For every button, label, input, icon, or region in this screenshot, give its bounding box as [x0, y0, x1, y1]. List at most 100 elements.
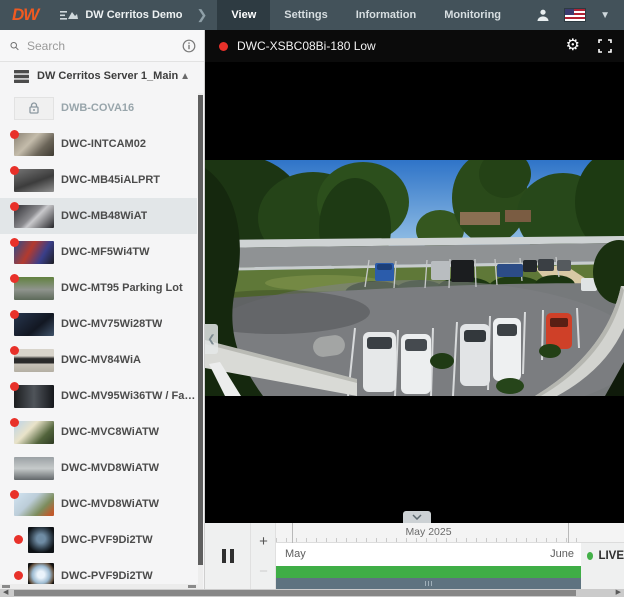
chevron-down-icon: [412, 514, 422, 520]
camera-name: DWC-MV95Wi36TW / Failov...: [61, 390, 197, 402]
tab-information[interactable]: Information: [342, 0, 431, 30]
fullscreen-icon[interactable]: [598, 39, 612, 53]
user-icon[interactable]: [536, 8, 550, 22]
dw-logo: DW: [12, 5, 39, 24]
camera-list-item[interactable]: DWC-MVD8WiATW: [0, 486, 197, 522]
scroll-left-arrow[interactable]: ◀: [3, 589, 8, 597]
system-icon: [60, 11, 79, 20]
recording-indicator: [10, 310, 19, 319]
camera-thumbnail: [14, 276, 54, 300]
camera-name: DWC-MVD8WiATW: [61, 498, 160, 510]
camera-name: DWC-MF5Wi4TW: [61, 246, 150, 258]
recording-indicator: [14, 571, 23, 580]
camera-thumbnail: [14, 492, 54, 516]
live-label: LIVE: [598, 550, 624, 562]
camera-name: DWC-MT95 Parking Lot: [61, 282, 183, 294]
camera-thumbnail: [14, 348, 54, 372]
camera-thumbnail: [14, 384, 54, 408]
camera-name: DWC-MV84WiA: [61, 354, 141, 366]
camera-thumbnail: [14, 132, 54, 156]
camera-thumbnail: [28, 527, 54, 553]
camera-list-item[interactable]: DWC-MV84WiA: [0, 342, 197, 378]
recording-indicator: [10, 202, 19, 211]
timeline-calendar-header[interactable]: May 2025: [276, 523, 624, 543]
tab-view[interactable]: View: [217, 0, 271, 30]
camera-list-item[interactable]: DWC-INTCAM02: [0, 126, 197, 162]
gear-icon[interactable]: ⚙: [566, 38, 580, 54]
tab-monitoring[interactable]: Monitoring: [430, 0, 515, 30]
camera-thumbnail: [14, 456, 54, 480]
player-header: DWC-XSBC08Bi-180 Low ⚙: [205, 30, 624, 62]
timeline-track[interactable]: May June: [276, 543, 581, 566]
tab-settings[interactable]: Settings: [270, 0, 341, 30]
recording-indicator: [10, 274, 19, 283]
scrollbar-thumb[interactable]: [14, 590, 576, 596]
sidebar-collapse-handle[interactable]: ❮: [205, 324, 218, 354]
live-indicator[interactable]: LIVE: [581, 523, 624, 589]
chevron-right-icon: ❯: [196, 7, 208, 22]
camera-list-item[interactable]: DWC-MB48WiAT: [0, 198, 197, 234]
resource-sidebar: DW Cerritos Server 1_Main ▲ DWB-COVA16 D…: [0, 30, 205, 589]
camera-list-item[interactable]: DWC-PVF9Di2TW: [0, 522, 197, 558]
video-viewport[interactable]: ❮: [205, 62, 624, 523]
camera-stream-title: DWC-XSBC08Bi-180 Low: [237, 39, 376, 53]
timeline-zoom-in-button[interactable]: +: [251, 533, 276, 550]
camera-name: DWC-MVC8WiATW: [61, 426, 160, 438]
timeline-scrollbar-grip[interactable]: [417, 581, 439, 586]
timeline-collapse-handle[interactable]: [403, 511, 431, 523]
camera-list-item[interactable]: DWC-MV75Wi28TW: [0, 306, 197, 342]
timeline-recording-bar[interactable]: [276, 566, 581, 578]
camera-name: DWC-MVD8WiATW: [61, 462, 160, 474]
camera-name: DWC-PVF9Di2TW: [61, 534, 153, 546]
camera-list-item[interactable]: DWC-MVC8WiATW: [0, 414, 197, 450]
system-name: DW Cerritos Demo: [85, 9, 183, 21]
camera-list-item[interactable]: DWC-MF5Wi4TW: [0, 234, 197, 270]
camera-thumbnail: [14, 420, 54, 444]
main-tabs: View Settings Information Monitoring: [217, 0, 515, 30]
scroll-right-arrow[interactable]: ▶: [616, 589, 621, 597]
camera-list-item[interactable]: DWC-MV95Wi36TW / Failov...: [0, 378, 197, 414]
camera-list-item[interactable]: DWC-MVD8WiATW: [0, 450, 197, 486]
camera-list-item[interactable]: DWC-MB45iALPRT: [0, 162, 197, 198]
server-tree-header[interactable]: DW Cerritos Server 1_Main ▲: [0, 62, 204, 90]
timeline-day-ticks: [276, 538, 581, 542]
search-input[interactable]: [27, 38, 182, 53]
pause-button[interactable]: [213, 541, 243, 571]
lock-icon: [29, 102, 39, 114]
recording-indicator: [219, 41, 228, 51]
camera-list-item[interactable]: DWC-MT95 Parking Lot: [0, 270, 197, 306]
camera-name: DWB-COVA16: [61, 102, 135, 114]
timeline-end-label: June: [550, 548, 574, 560]
camera-list-item[interactable]: DWB-COVA16: [0, 90, 197, 126]
recording-indicator: [10, 346, 19, 355]
window-horizontal-scrollbar[interactable]: ◀ ▶: [0, 589, 624, 597]
camera-thumbnail: [14, 240, 54, 264]
camera-thumbnail: [14, 204, 54, 228]
recording-indicator: [10, 166, 19, 175]
recording-indicator: [10, 382, 19, 391]
camera-name: DWC-MB45iALPRT: [61, 174, 160, 186]
timeline-zoom-out-button[interactable]: −: [251, 563, 276, 580]
system-selector[interactable]: DW Cerritos Demo ❯: [60, 7, 217, 23]
server-icon: [14, 69, 29, 83]
chevron-down-icon[interactable]: ▼: [600, 10, 610, 21]
camera-list: DWB-COVA16 DWC-INTCAM02 DWC-MB45iALPRT D…: [0, 90, 204, 589]
live-dot-icon: [587, 552, 594, 560]
info-icon[interactable]: [182, 39, 196, 53]
camera-name: DWC-MV75Wi28TW: [61, 318, 163, 330]
sidebar-vertical-scrollbar[interactable]: [198, 93, 203, 589]
chevron-up-icon[interactable]: ▲: [180, 71, 190, 82]
recording-indicator: [14, 535, 23, 544]
camera-thumbnail: [14, 96, 54, 120]
video-panel: DWC-XSBC08Bi-180 Low ⚙ ❮: [205, 30, 624, 589]
server-name: DW Cerritos Server 1_Main: [37, 70, 179, 82]
timeline-start-label: May: [285, 548, 306, 560]
search-icon: [10, 41, 19, 50]
camera-name: DWC-PVF9Di2TW: [61, 570, 153, 582]
camera-video-frame: [205, 160, 624, 396]
camera-name: DWC-MB48WiAT: [61, 210, 148, 222]
recording-indicator: [10, 238, 19, 247]
timeline-scrollbar[interactable]: [276, 578, 581, 589]
timeline-month-label: May 2025: [405, 526, 452, 538]
us-flag-icon[interactable]: [565, 9, 586, 21]
